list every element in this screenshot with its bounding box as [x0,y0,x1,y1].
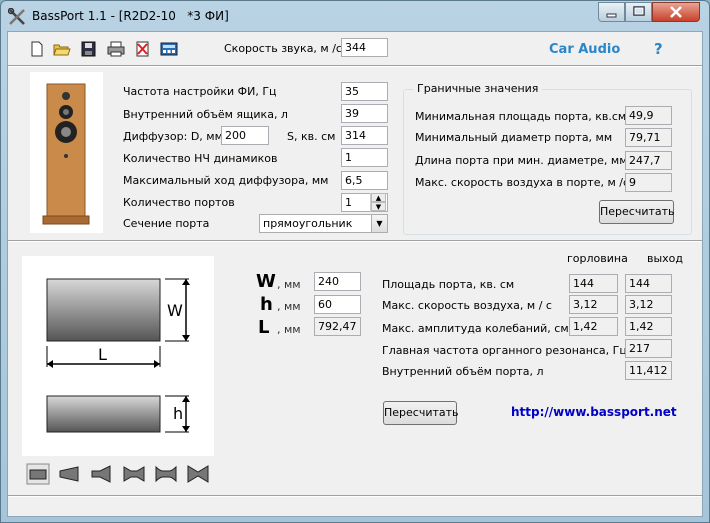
maximize-icon [633,6,645,16]
organ-resonance-label: Главная частота органного резонанса, Гц [382,344,627,357]
help-button[interactable]: ? [654,40,663,58]
bow-tie-port-icon[interactable] [186,463,210,485]
air-speed-throat-value: 3,12 [569,295,618,314]
length-value: 792,47 [314,317,361,336]
port-diagram: W L h [22,256,214,456]
port-volume-value: 11,412 [625,361,672,380]
window-title: BassPort 1.1 - [R2D2-10 *3 ФИ] [32,9,229,23]
max-speed-label: Макс. скорость воздуха в порте, м /с [415,176,630,189]
close-icon [670,6,682,18]
box-volume-input[interactable]: 39 [341,104,388,123]
title-bar: BassPort 1.1 - [R2D2-10 *3 ФИ] [1,1,709,31]
drivers-label: Количество НЧ динамиков [123,152,278,165]
air-speed-exit-value: 3,12 [625,295,672,314]
new-icon[interactable] [28,41,46,57]
website-link[interactable]: http://www.bassport.net [511,405,677,419]
port-dimensions-diagram: W L h [46,278,190,433]
spin-up-icon[interactable]: ▲ [371,193,386,202]
w-letter: W [256,271,276,292]
area-label: Площадь порта, кв. см [382,278,515,291]
min-diam-label: Минимальный диаметр порта, мм [415,131,613,144]
double-cone-icon[interactable] [122,463,146,485]
drivers-input[interactable]: 1 [341,148,388,167]
limits-recalc-button[interactable]: Пересчитать [599,200,675,224]
excursion-input[interactable]: 6,5 [341,171,388,190]
print-icon[interactable] [107,41,125,57]
diffuser-d-input[interactable]: 200 [221,126,269,145]
main-client-area: Скорость звука, м /с 344 Car Audio ? Час… [7,31,703,517]
calculator-icon[interactable] [160,41,178,57]
sound-speed-input[interactable]: 344 [341,38,388,57]
l-letter: L [258,317,270,338]
len-value: 247,7 [625,151,672,170]
area-throat-value: 144 [569,274,618,293]
delete-icon[interactable] [134,41,152,57]
l-unit: , мм [277,323,301,336]
chevron-down-icon[interactable]: ▼ [371,215,387,232]
spin-down-icon[interactable]: ▼ [371,202,386,211]
diffuser-s-input[interactable]: 314 [341,126,388,145]
organ-resonance-value: 217 [625,339,672,358]
diffuser-s-label: S, кв. см [287,130,336,143]
bottom-divider [8,495,702,497]
amplitude-exit-value: 1,42 [625,317,672,336]
toolbar-divider [8,65,702,67]
min-area-label: Минимальная площадь порта, кв.см [415,110,627,123]
app-window: BassPort 1.1 - [R2D2-10 *3 ФИ] Скорость … [0,0,710,523]
horn-port-icon[interactable] [90,463,114,485]
amplitude-throat-value: 1,42 [569,317,618,336]
tuning-freq-label: Частота настройки ФИ, Гц [123,85,277,98]
max-speed-value: 9 [625,173,672,192]
port-volume-label: Внутренний объём порта, л [382,365,544,378]
tuning-freq-input[interactable]: 35 [341,82,388,101]
minimize-button[interactable] [598,2,625,22]
air-speed-label: Макс. скорость воздуха, м / с [382,299,552,312]
width-input[interactable]: 240 [314,272,361,291]
diagram-h-label: h [173,404,183,423]
cone-port-icon[interactable] [58,463,82,485]
ports-spin-arrows[interactable]: ▲ ▼ [370,193,386,212]
maximize-button[interactable] [625,2,652,22]
h-letter: h [260,294,273,315]
min-diam-value: 79,71 [625,128,672,147]
diffuser-d-label: Диффузор: D, мм [123,130,223,143]
len-label: Длина порта при мин. диаметре, мм [415,154,628,167]
port-recalc-button[interactable]: Пересчитать [383,401,459,425]
area-exit-value: 144 [625,274,672,293]
box-volume-label: Внутренний объём ящика, л [123,108,288,121]
limits-title: Граничные значения [413,82,543,95]
min-area-value: 49,9 [625,106,672,125]
throat-column-header: горловина [567,252,628,265]
section-label: Сечение порта [123,217,210,230]
save-icon[interactable] [80,41,98,57]
ports-label: Количество портов [123,196,235,209]
section-divider [8,240,702,242]
rect-port-icon[interactable] [26,463,50,485]
diagram-l-label: L [98,345,107,364]
section-select[interactable]: прямоугольник ▼ [259,214,388,233]
excursion-label: Максимальный ход диффузора, мм [123,174,329,187]
floorstanding-speaker-icon [42,83,90,225]
car-audio-link[interactable]: Car Audio [549,42,620,57]
speaker-image [30,72,103,233]
tools-app-icon [8,8,25,25]
minimize-icon [606,13,617,18]
exit-column-header: выход [647,252,684,265]
open-icon[interactable] [53,41,71,57]
h-unit: , мм [277,300,301,313]
diagram-w-label: W [167,301,183,320]
w-unit: , мм [277,278,301,291]
close-button[interactable] [652,2,700,22]
amplitude-label: Макс. амплитуда колебаний, см [382,322,569,335]
flared-port-icon[interactable] [154,463,178,485]
height-input[interactable]: 60 [314,295,361,314]
sound-speed-label: Скорость звука, м /с [224,42,342,55]
section-select-value: прямоугольник [263,217,353,230]
